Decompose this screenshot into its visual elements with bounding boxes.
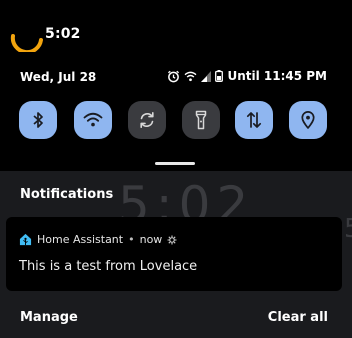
flashlight-icon: [195, 110, 207, 130]
location-tile[interactable]: [289, 101, 327, 139]
location-icon: [301, 111, 315, 129]
clear-all-button[interactable]: Clear all: [268, 310, 328, 325]
signal-icon: [201, 70, 212, 82]
flashlight-tile[interactable]: [182, 101, 220, 139]
wifi-status-icon: [185, 71, 197, 81]
bluetooth-icon: [33, 112, 43, 128]
background-clock-edge: 5: [344, 214, 352, 244]
alarm-until-text: Until 11:45 PM: [227, 69, 327, 83]
manage-button[interactable]: Manage: [20, 310, 78, 325]
status-icons: Until 11:45 PM: [167, 69, 327, 83]
auto-rotate-tile[interactable]: [128, 101, 166, 139]
quick-settings-panel: 5:02 Wed, Jul 28 Until 11:45 PM: [0, 0, 352, 171]
quick-settings-tiles: [0, 101, 352, 139]
data-arrows-icon: [246, 112, 262, 128]
wifi-icon: [83, 112, 103, 127]
status-time: 5:02: [45, 26, 81, 42]
charging-ring-icon: [10, 34, 43, 52]
bluetooth-tile[interactable]: [19, 101, 57, 139]
home-assistant-icon: [19, 233, 32, 246]
alarm-icon: [168, 70, 180, 82]
battery-icon: [215, 70, 224, 82]
rotate-icon: [140, 112, 154, 128]
notification-separator: •: [128, 233, 135, 246]
notification-card[interactable]: Home Assistant • now This is a test from…: [6, 217, 342, 291]
mobile-data-tile[interactable]: [235, 101, 273, 139]
notifications-header: Notifications: [20, 187, 114, 202]
status-date[interactable]: Wed, Jul 28: [20, 70, 96, 84]
notification-message: This is a test from Lovelace: [19, 259, 198, 274]
wifi-tile[interactable]: [74, 101, 112, 139]
notification-app-name: Home Assistant: [37, 233, 124, 246]
drag-handle[interactable]: [155, 162, 195, 165]
settings-gear-icon: [167, 235, 177, 244]
notification-shade: 5:02 Wed, Jul 28 Until 11:45 PM 5:02 Not…: [0, 0, 352, 338]
notification-app-row: Home Assistant • now: [19, 233, 177, 246]
notification-time: now: [139, 233, 163, 246]
